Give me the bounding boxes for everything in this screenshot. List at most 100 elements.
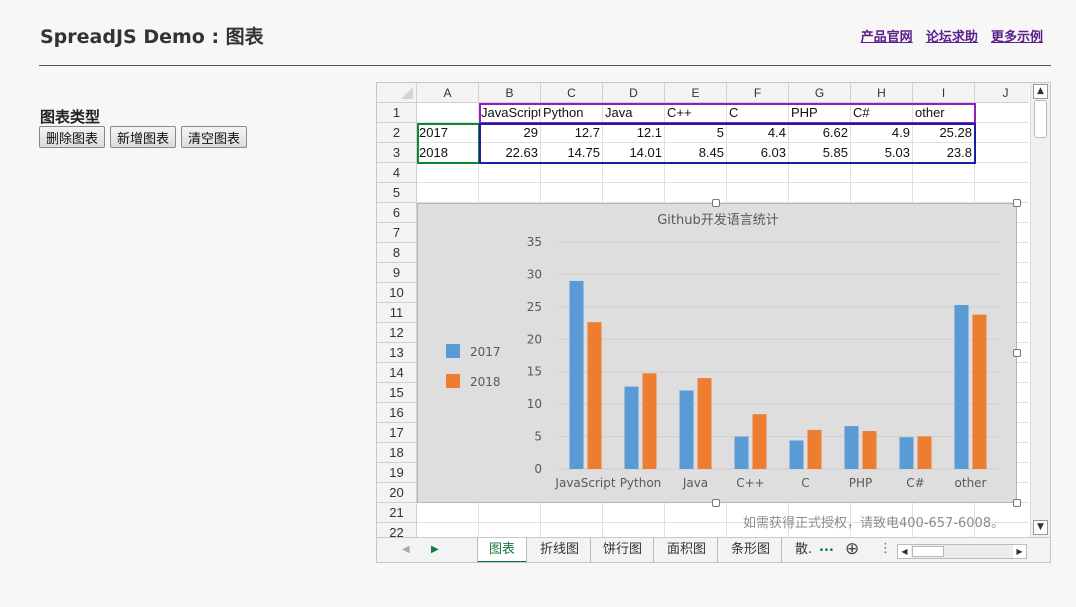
column-header[interactable]: D	[603, 83, 665, 103]
table-cell[interactable]: 23.8	[913, 143, 975, 163]
tab-splitter-icon[interactable]: ⋮	[879, 541, 892, 556]
table-cell[interactable]: Python	[541, 103, 603, 123]
table-cell[interactable]	[727, 183, 789, 203]
row-header[interactable]: 9	[377, 263, 417, 283]
table-cell[interactable]	[975, 163, 1029, 183]
table-cell[interactable]	[913, 163, 975, 183]
table-cell[interactable]: 5	[665, 123, 727, 143]
bar-2018-Python[interactable]	[642, 373, 657, 469]
table-cell[interactable]	[541, 523, 603, 537]
row-header[interactable]: 1	[377, 103, 417, 123]
row-header[interactable]: 6	[377, 203, 417, 223]
resize-handle[interactable]	[1013, 349, 1021, 357]
table-cell[interactable]: 29	[479, 123, 541, 143]
row-header[interactable]: 22	[377, 523, 417, 537]
table-cell[interactable]	[417, 103, 479, 123]
bar-2018-other[interactable]	[972, 314, 987, 469]
table-cell[interactable]: C++	[665, 103, 727, 123]
tab-bar-chart[interactable]: 条形图	[720, 538, 783, 562]
row-header[interactable]: 4	[377, 163, 417, 183]
bar-2017-C++[interactable]	[734, 436, 749, 469]
table-cell[interactable]: 5.85	[789, 143, 851, 163]
table-cell[interactable]	[603, 183, 665, 203]
table-cell[interactable]	[975, 103, 1029, 123]
table-cell[interactable]: 6.62	[789, 123, 851, 143]
row-header[interactable]: 7	[377, 223, 417, 243]
link-forum-help[interactable]: 论坛求助	[926, 30, 978, 45]
scroll-thumb[interactable]	[1034, 100, 1047, 138]
table-cell[interactable]	[417, 503, 479, 523]
bar-2017-Java[interactable]	[679, 390, 694, 469]
table-cell[interactable]	[975, 123, 1029, 143]
table-cell[interactable]: 22.63	[479, 143, 541, 163]
table-cell[interactable]: 8.45	[665, 143, 727, 163]
table-cell[interactable]	[603, 163, 665, 183]
row-header[interactable]: 8	[377, 243, 417, 263]
row-header[interactable]: 18	[377, 443, 417, 463]
table-cell[interactable]	[665, 163, 727, 183]
delete-chart-button[interactable]: 删除图表	[39, 126, 106, 148]
column-header[interactable]: F	[727, 83, 789, 103]
link-more-examples[interactable]: 更多示例	[991, 30, 1043, 45]
row-header[interactable]: 19	[377, 463, 417, 483]
table-cell[interactable]	[541, 183, 603, 203]
tab-pie-chart[interactable]: 饼行图	[592, 538, 655, 562]
row-header[interactable]: 3	[377, 143, 417, 163]
bar-2018-JavaScript[interactable]	[587, 322, 602, 469]
table-cell[interactable]: other	[913, 103, 975, 123]
row-header[interactable]: 13	[377, 343, 417, 363]
table-cell[interactable]: 12.7	[541, 123, 603, 143]
table-cell[interactable]	[789, 183, 851, 203]
bar-2017-Python[interactable]	[624, 386, 639, 469]
table-cell[interactable]	[417, 163, 479, 183]
table-cell[interactable]: 14.01	[603, 143, 665, 163]
more-tabs-icon[interactable]: ...	[819, 540, 834, 555]
table-cell[interactable]: C#	[851, 103, 913, 123]
table-cell[interactable]	[479, 183, 541, 203]
table-cell[interactable]: 14.75	[541, 143, 603, 163]
table-cell[interactable]: 6.03	[727, 143, 789, 163]
scroll-left-icon[interactable]: ◀	[898, 545, 911, 558]
row-header[interactable]: 21	[377, 503, 417, 523]
scroll-up-icon[interactable]: ▲	[1033, 84, 1048, 99]
table-cell[interactable]: 25.28	[913, 123, 975, 143]
bar-2017-PHP[interactable]	[844, 426, 859, 469]
table-cell[interactable]	[913, 183, 975, 203]
bar-2017-other[interactable]	[954, 305, 969, 469]
row-header[interactable]: 5	[377, 183, 417, 203]
table-cell[interactable]	[789, 163, 851, 183]
tab-next-icon[interactable]: ▶	[431, 544, 439, 555]
scroll-down-icon[interactable]: ▼	[1033, 520, 1048, 535]
table-cell[interactable]: Java	[603, 103, 665, 123]
row-header[interactable]: 12	[377, 323, 417, 343]
table-cell[interactable]	[851, 183, 913, 203]
hscroll-thumb[interactable]	[912, 546, 944, 557]
table-cell[interactable]	[851, 163, 913, 183]
column-header[interactable]: H	[851, 83, 913, 103]
table-cell[interactable]: 4.9	[851, 123, 913, 143]
column-header[interactable]: I	[913, 83, 975, 103]
bar-2017-C[interactable]	[789, 440, 804, 469]
scroll-right-icon[interactable]: ▶	[1013, 545, 1026, 558]
table-cell[interactable]	[479, 523, 541, 537]
table-cell[interactable]	[975, 143, 1029, 163]
table-cell[interactable]	[417, 523, 479, 537]
table-cell[interactable]	[603, 523, 665, 537]
table-cell[interactable]: C	[727, 103, 789, 123]
bar-2018-C#[interactable]	[917, 436, 932, 469]
chart[interactable]: Github开发语言统计 0 5 10 15 20 25 30 35 JavaScript Py…	[417, 203, 1017, 503]
bar-2017-C#[interactable]	[899, 437, 914, 469]
column-header[interactable]: A	[417, 83, 479, 103]
tab-scatter-chart[interactable]: 散.	[784, 538, 823, 562]
tab-area-chart[interactable]: 面积图	[656, 538, 719, 562]
bar-2018-C[interactable]	[807, 429, 822, 469]
bar-2018-PHP[interactable]	[862, 431, 877, 469]
table-cell[interactable]	[479, 163, 541, 183]
table-cell[interactable]: 4.4	[727, 123, 789, 143]
column-header[interactable]: E	[665, 83, 727, 103]
row-header[interactable]: 17	[377, 423, 417, 443]
resize-handle[interactable]	[712, 199, 720, 207]
sheet-grid[interactable]: A B C D E F G H I J 1 JavaScript Python Java C++ C PHP C#…	[377, 83, 1029, 537]
table-cell[interactable]	[727, 163, 789, 183]
resize-handle[interactable]	[712, 499, 720, 507]
